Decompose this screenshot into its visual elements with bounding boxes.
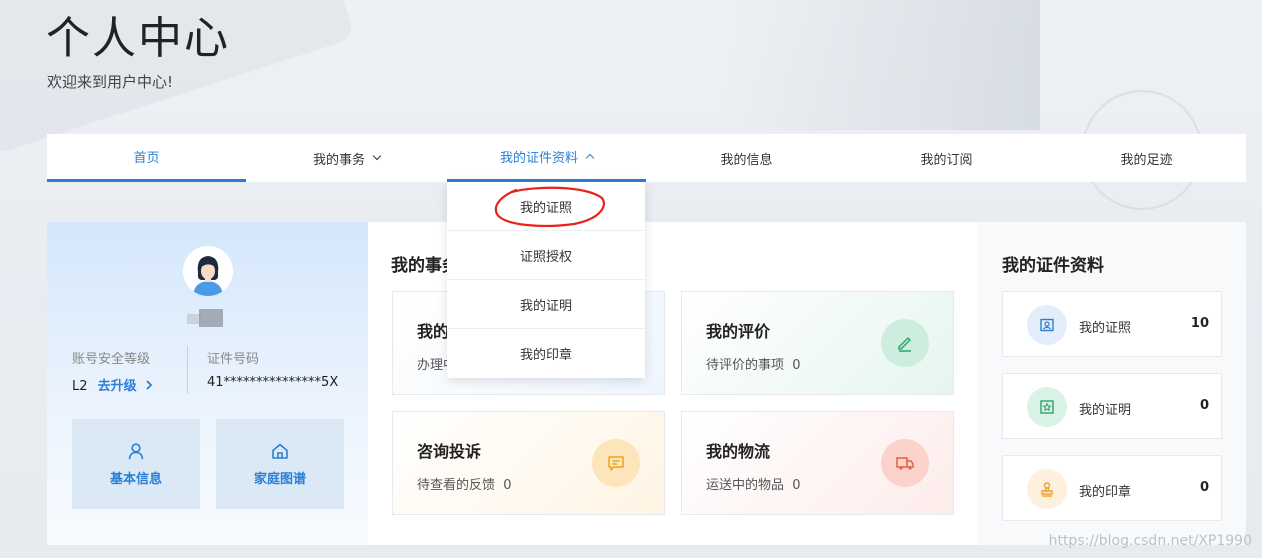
profile-panel: 账号安全等级 L2 去升级 证件号码 41***************5X 基… xyxy=(47,222,368,545)
documents-dropdown-menu: 我的证照 证照授权 我的证明 我的印章 xyxy=(447,182,645,378)
task-card-logistics[interactable]: 我的物流 运送中的物品 0 xyxy=(681,411,954,515)
doc-item-count: 10 xyxy=(1190,316,1209,331)
upgrade-label: 去升级 xyxy=(97,379,137,394)
nav-item-label: 我的证件资料 xyxy=(499,151,578,166)
doc-item-count: 0 xyxy=(1199,398,1209,413)
user-avatar-icon xyxy=(183,246,233,296)
basic-info-button[interactable]: 基本信息 xyxy=(72,419,200,509)
documents-title: 我的证件资料 xyxy=(1002,256,1104,276)
task-card-title: 我的评价 xyxy=(706,322,771,341)
certificate-star-icon xyxy=(1027,387,1067,427)
chevron-up-icon xyxy=(585,153,595,163)
doc-item-label: 我的印章 xyxy=(1079,485,1132,500)
doc-item-label: 我的证明 xyxy=(1079,403,1132,418)
nav-item-info[interactable]: 我的信息 xyxy=(647,134,846,182)
doc-item-label: 我的证照 xyxy=(1079,321,1132,336)
id-number-value: 41***************5X xyxy=(207,375,339,390)
avatar[interactable] xyxy=(183,246,233,296)
nav-item-label: 我的足迹 xyxy=(1120,152,1173,168)
nav-item-label: 首页 xyxy=(133,151,160,166)
nav-item-home[interactable]: 首页 xyxy=(47,134,246,182)
nav-item-label: 我的订阅 xyxy=(920,152,973,168)
doc-item-licenses[interactable]: 我的证照 10 xyxy=(1002,291,1222,357)
home-icon xyxy=(272,443,288,459)
edit-icon xyxy=(881,319,929,367)
nav-item-footprints[interactable]: 我的足迹 xyxy=(1047,134,1246,182)
page-title: 个人中心 xyxy=(46,13,230,64)
menu-item-my-seals[interactable]: 我的印章 xyxy=(447,329,645,378)
documents-panel: 我的证件资料 我的证照 10 我的证明 0 我的印章 0 xyxy=(978,222,1246,545)
nav-item-label: 我的信息 xyxy=(720,152,773,168)
task-card-desc: 运送中的物品 0 xyxy=(706,478,801,493)
doc-item-seals[interactable]: 我的印章 0 xyxy=(1002,455,1222,521)
security-level-label: 账号安全等级 xyxy=(72,352,151,367)
user-icon xyxy=(128,442,144,459)
basic-info-label: 基本信息 xyxy=(109,471,162,487)
stamp-icon xyxy=(1027,469,1067,509)
security-level: 账号安全等级 L2 去升级 xyxy=(72,348,153,394)
security-level-value: L2 xyxy=(72,379,88,394)
id-card-icon xyxy=(1027,305,1067,345)
task-card-title: 咨询投诉 xyxy=(417,442,482,461)
truck-icon xyxy=(881,439,929,487)
upgrade-link[interactable]: 去升级 xyxy=(98,379,154,394)
family-tree-label: 家庭图谱 xyxy=(253,471,306,487)
blurred-username xyxy=(187,309,223,329)
nav-item-label: 我的事务 xyxy=(312,152,365,168)
menu-item-license-authorization[interactable]: 证照授权 xyxy=(447,231,645,280)
background-decoration xyxy=(720,0,1040,130)
nav-item-affairs[interactable]: 我的事务 xyxy=(247,134,446,182)
chevron-down-icon xyxy=(372,151,382,161)
task-card-reviews[interactable]: 我的评价 待评价的事项 0 xyxy=(681,291,954,395)
id-number-label: 证件号码 xyxy=(207,352,260,367)
page-subtitle: 欢迎来到用户中心! xyxy=(47,73,174,91)
family-tree-button[interactable]: 家庭图谱 xyxy=(216,419,344,509)
task-card-title: 我的物流 xyxy=(706,442,771,461)
task-card-desc: 待查看的反馈 0 xyxy=(417,478,512,493)
menu-item-my-certificates[interactable]: 我的证明 xyxy=(447,280,645,329)
nav-item-subscriptions[interactable]: 我的订阅 xyxy=(847,134,1046,182)
doc-item-certificates[interactable]: 我的证明 0 xyxy=(1002,373,1222,439)
main-nav: 首页 我的事务 我的证件资料 我的信息 我的订阅 我的足迹 xyxy=(47,134,1246,182)
task-card-desc: 待评价的事项 0 xyxy=(706,358,801,373)
divider xyxy=(187,346,188,394)
task-card-feedback[interactable]: 咨询投诉 待查看的反馈 0 xyxy=(392,411,665,515)
id-number: 证件号码 41***************5X xyxy=(207,348,338,390)
nav-item-documents[interactable]: 我的证件资料 xyxy=(447,134,646,182)
doc-item-count: 0 xyxy=(1199,480,1209,495)
main-panel: 账号安全等级 L2 去升级 证件号码 41***************5X 基… xyxy=(47,222,1246,545)
message-icon xyxy=(592,439,640,487)
watermark: https://blog.csdn.net/XP1990 xyxy=(1048,533,1252,549)
menu-item-my-licenses[interactable]: 我的证照 xyxy=(447,182,645,231)
chevron-right-icon xyxy=(146,380,153,390)
